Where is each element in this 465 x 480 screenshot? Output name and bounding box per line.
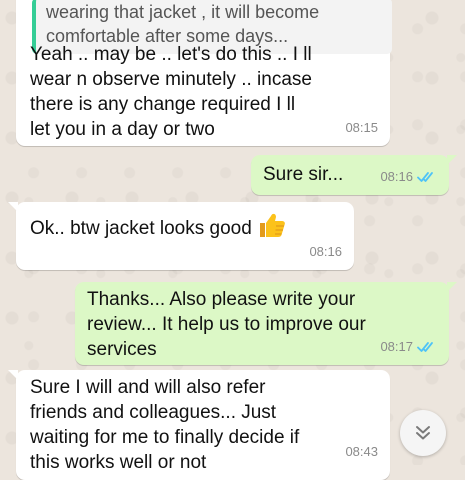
incoming-message-bubble[interactable]: wearing that jacket , it will become com…: [16, 0, 392, 146]
message-text: Yeah .. may be .. let's do this .. I ll …: [30, 44, 312, 140]
message-text: Sure sir...: [263, 164, 344, 185]
double-check-read-icon: [417, 171, 433, 182]
message-meta: 08:16: [380, 164, 437, 189]
outgoing-message-bubble[interactable]: Sure sir... 08:16: [251, 155, 457, 195]
incoming-message-bubble[interactable]: Ok.. btw jacket looks good 08:16: [8, 202, 354, 270]
message-time: 08:16: [309, 244, 342, 259]
message-text: Ok.. btw jacket looks good: [30, 218, 252, 239]
message-text: Sure I will and will also refer friends …: [30, 377, 300, 473]
thumbs-up-emoji-icon: [260, 213, 285, 237]
message-time: 08:17: [380, 339, 413, 354]
double-check-read-icon: [417, 341, 433, 352]
message-time: 08:16: [380, 169, 413, 184]
double-chevron-down-icon: [416, 426, 430, 440]
message-meta: 08:15: [345, 115, 378, 140]
message-time: 08:15: [345, 120, 378, 135]
message-meta: 08:17: [380, 334, 437, 359]
message-meta: 08:43: [345, 439, 378, 464]
message-time: 08:43: [345, 444, 378, 459]
message-text: Thanks... Also please write your review.…: [87, 289, 366, 360]
scroll-to-bottom-button[interactable]: [400, 410, 446, 456]
outgoing-message-bubble[interactable]: Thanks... Also please write your review.…: [75, 282, 457, 365]
incoming-message-bubble[interactable]: Sure I will and will also refer friends …: [8, 370, 390, 480]
message-text-row: Ok.. btw jacket looks good: [30, 210, 287, 241]
quoted-message-text: wearing that jacket , it will become com…: [46, 2, 320, 46]
message-meta: 08:16: [309, 239, 342, 264]
